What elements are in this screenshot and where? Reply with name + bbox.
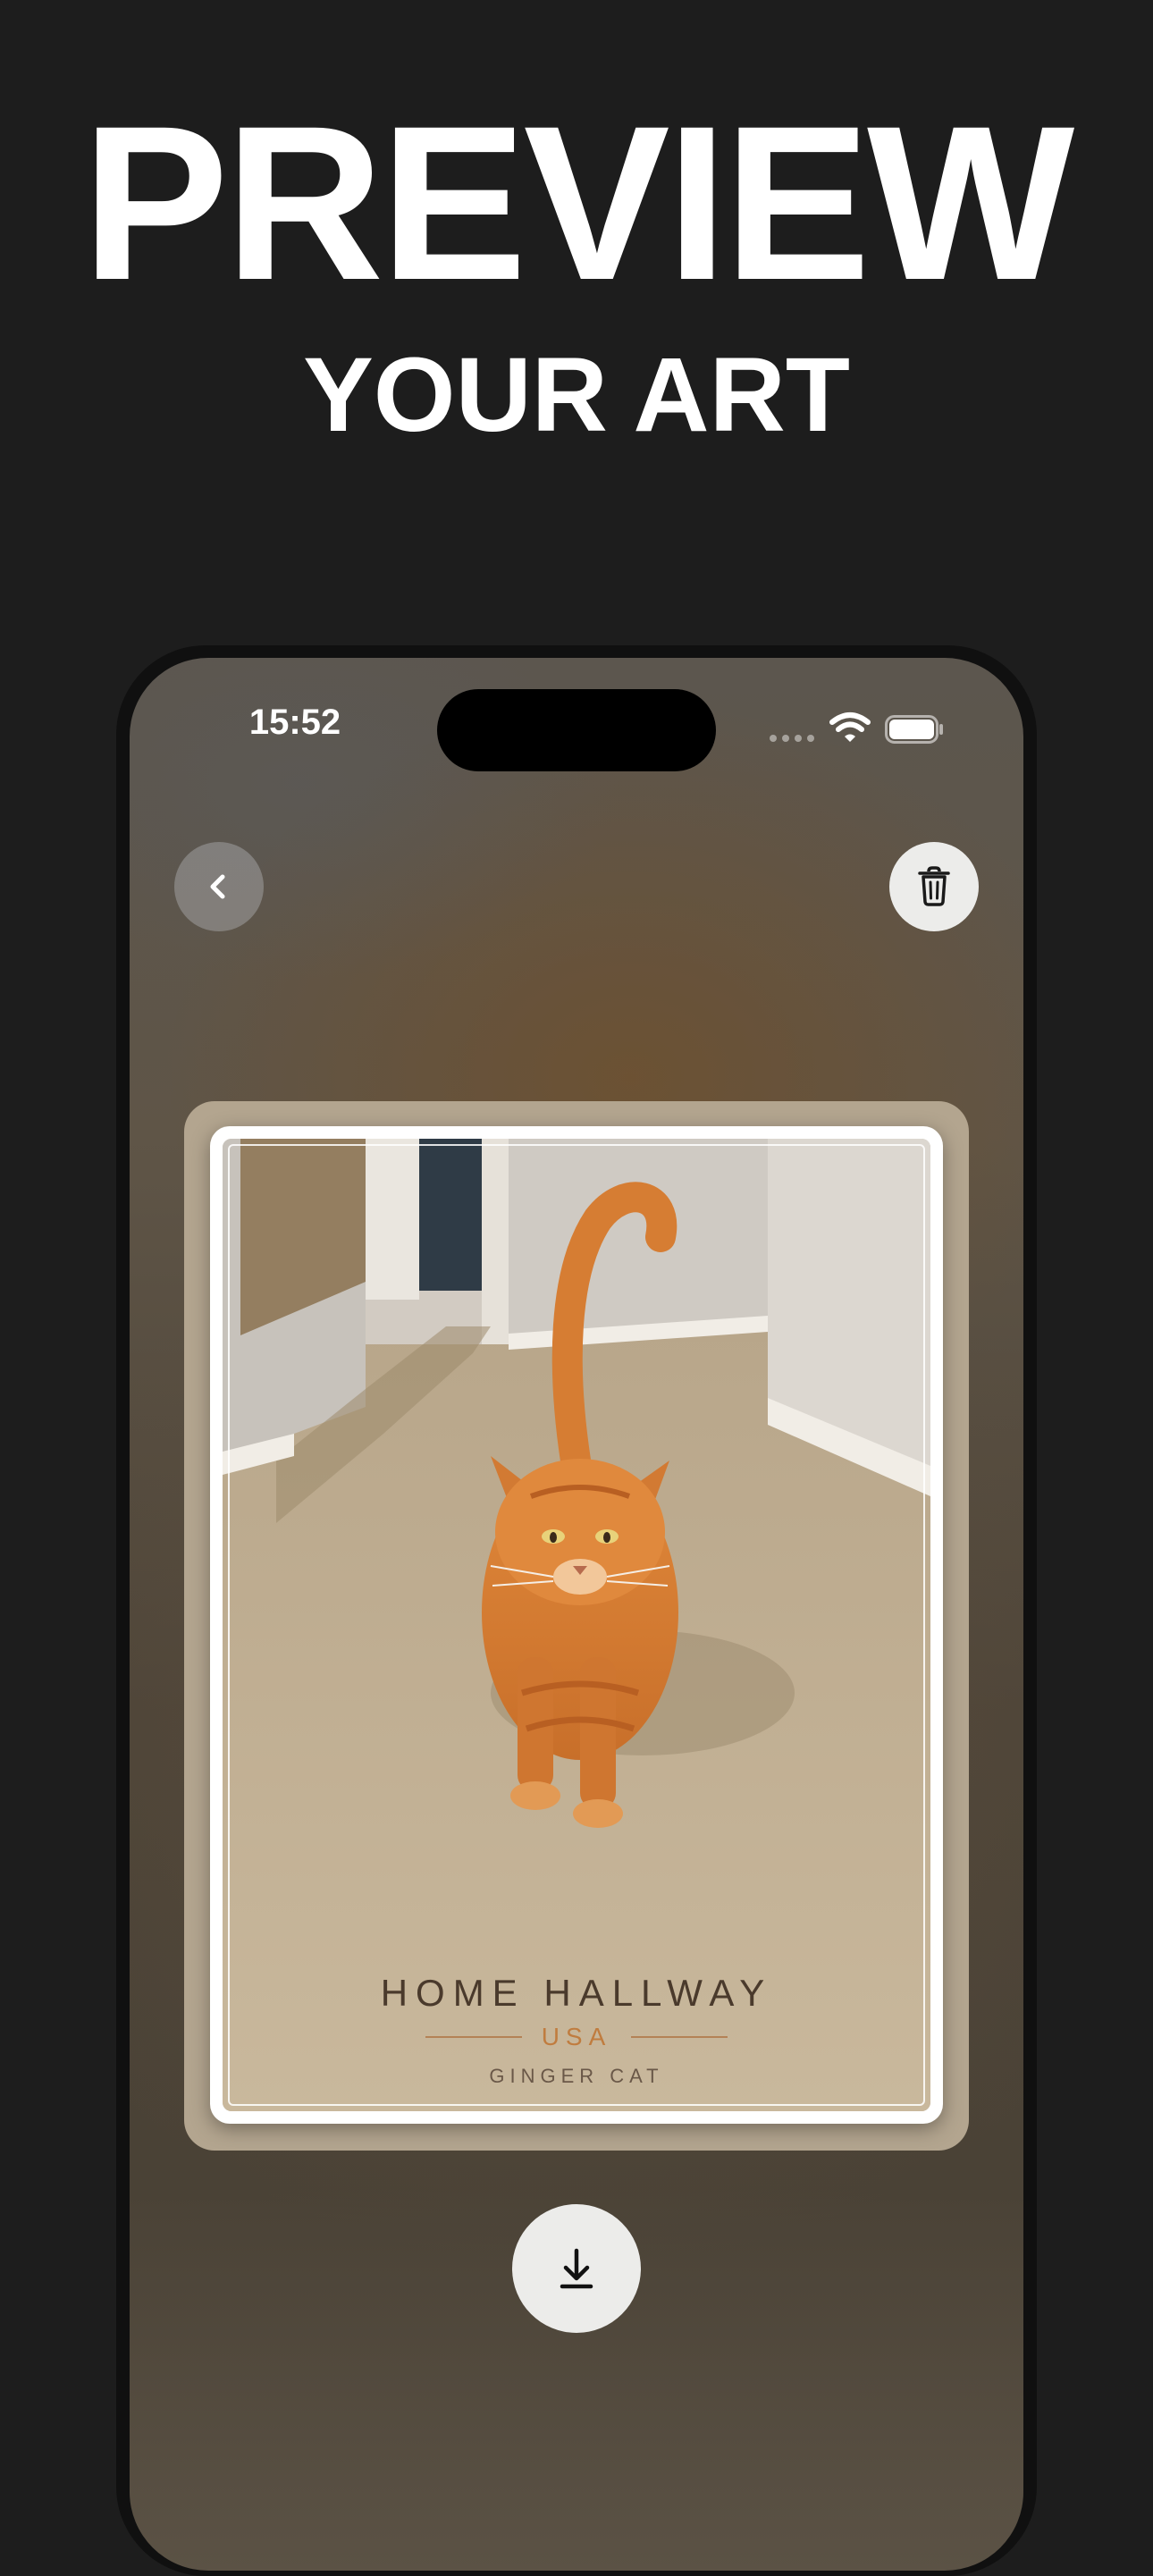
chevron-left-icon [210, 874, 225, 899]
battery-icon [885, 715, 943, 744]
artwork-title: HOME HALLWAY [380, 1972, 773, 2014]
divider-line [631, 2036, 728, 2038]
status-time: 15:52 [248, 703, 341, 742]
divider-line [425, 2036, 522, 2038]
wifi-icon [829, 712, 871, 742]
artwork-subtitle: USA [541, 2023, 612, 2050]
promo-subheadline: YOUR ART [303, 336, 850, 454]
download-icon [560, 2248, 593, 2289]
artwork-print: HOME HALLWAY USA GINGER CAT [223, 1139, 930, 2111]
back-button[interactable] [174, 842, 264, 931]
phone-screen: 15:52 HOME HALLWAY USA GINGER CAT [130, 658, 1023, 2571]
promo-headline: PREVIEW [81, 80, 1075, 326]
cellular-signal-icon [770, 735, 816, 742]
artwork-frame[interactable]: HOME HALLWAY USA GINGER CAT [210, 1126, 943, 2124]
artwork-caption: GINGER CAT [489, 2065, 664, 2087]
download-button[interactable] [512, 2204, 641, 2333]
cat-illustration [223, 1139, 930, 2111]
delete-button[interactable] [889, 842, 979, 931]
artwork-subtitle-row: USA [223, 2021, 930, 2053]
trash-icon [918, 866, 950, 906]
dynamic-island [437, 689, 716, 771]
